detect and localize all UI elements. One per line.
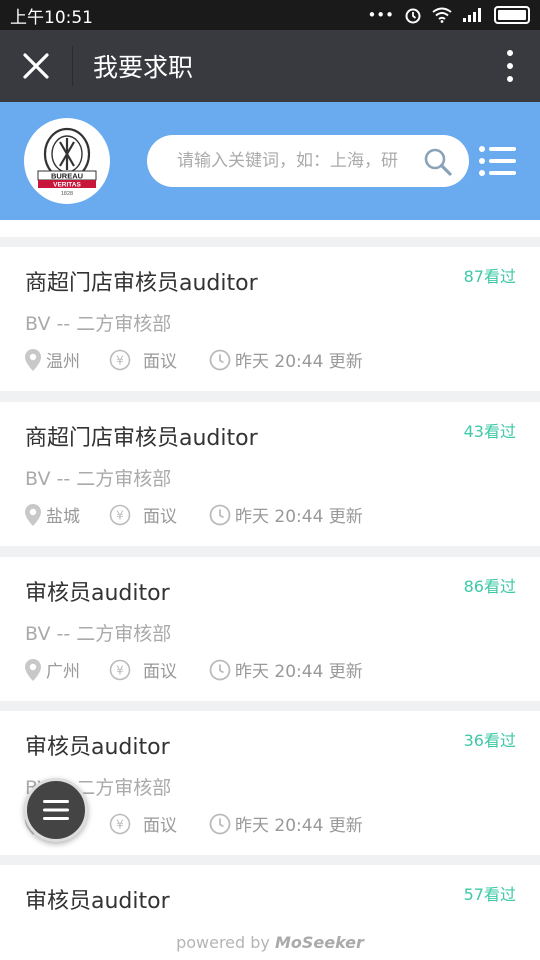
svg-text:1828: 1828 [61, 191, 73, 197]
yuan-icon: ¥ [109, 349, 131, 370]
job-card[interactable]: 审核员auditor 86看过 BV -- 二方审核部 广州 ¥ 面议 昨天 2… [0, 557, 540, 701]
powered-by-text: powered by [176, 933, 275, 952]
search-box[interactable] [147, 135, 469, 187]
svg-text:¥: ¥ [116, 663, 124, 677]
floating-menu-button[interactable] [24, 778, 88, 842]
title-divider [72, 46, 73, 86]
status-icons: ••• [367, 6, 530, 24]
title-bar: 我要求职 [0, 30, 540, 102]
job-department: BV -- 二方审核部 [25, 313, 172, 335]
svg-text:BUREAU: BUREAU [51, 172, 83, 181]
search-icon[interactable] [423, 147, 453, 177]
more-dots-icon: ••• [367, 6, 394, 24]
company-logo: BUREAU VERITAS 1828 [24, 118, 110, 204]
job-salary: 面议 [143, 662, 177, 682]
clock-icon [209, 504, 231, 525]
search-input[interactable] [175, 150, 419, 172]
job-meta: 温州 ¥ 面议 昨天 20:44 更新 [24, 347, 363, 372]
alarm-icon [405, 8, 421, 24]
battery-icon [494, 6, 530, 24]
job-location: 温州 [46, 352, 80, 372]
clock-icon [209, 659, 231, 680]
job-views: 87看过 [463, 267, 516, 286]
status-time: 上午10:51 [10, 7, 93, 28]
job-salary: 面议 [143, 352, 177, 372]
job-salary: 面议 [143, 816, 177, 836]
job-updated: 昨天 20:44 更新 [235, 352, 363, 372]
yuan-icon: ¥ [109, 659, 131, 680]
signal-icon [463, 8, 481, 22]
list-menu-icon[interactable] [478, 144, 518, 178]
job-title: 审核员auditor [25, 889, 170, 914]
job-views: 86看过 [463, 577, 516, 596]
job-meta: 盐城 ¥ 面议 昨天 20:44 更新 [24, 502, 363, 527]
job-title: 商超门店审核员auditor [25, 426, 258, 451]
job-views: 57看过 [463, 885, 516, 904]
svg-text:¥: ¥ [116, 817, 124, 831]
svg-text:¥: ¥ [116, 508, 124, 522]
job-meta: 广州 ¥ 面议 昨天 20:44 更新 [24, 657, 363, 682]
more-button[interactable] [480, 30, 540, 102]
location-pin-icon [25, 348, 41, 371]
job-views: 36看过 [463, 731, 516, 750]
clock-icon [209, 813, 231, 834]
job-department: BV -- 二方审核部 [25, 623, 172, 645]
bureau-veritas-logo: BUREAU VERITAS 1828 [37, 127, 97, 197]
yuan-icon: ¥ [109, 813, 131, 834]
job-location: 广州 [46, 662, 80, 682]
clock-icon [209, 349, 231, 370]
svg-text:VERITAS: VERITAS [53, 182, 81, 189]
job-card[interactable]: 商超门店审核员auditor 43看过 BV -- 二方审核部 盐城 ¥ 面议 … [0, 402, 540, 546]
location-pin-icon [25, 503, 41, 526]
job-updated: 昨天 20:44 更新 [235, 662, 363, 682]
job-title: 商超门店审核员auditor [25, 271, 258, 296]
location-pin-icon [25, 658, 41, 681]
powered-by-brand: MoSeeker [274, 933, 364, 952]
job-department: BV -- 二方审核部 [25, 468, 172, 490]
job-title: 审核员auditor [25, 581, 170, 606]
powered-by-footer: powered by MoSeeker [0, 930, 540, 960]
job-updated: 昨天 20:44 更新 [235, 816, 363, 836]
page-title: 我要求职 [93, 53, 194, 82]
hamburger-icon [43, 800, 69, 820]
close-button[interactable] [0, 30, 72, 102]
wifi-icon [432, 7, 452, 23]
job-card[interactable]: 商超门店审核员auditor 87看过 BV -- 二方审核部 温州 ¥ 面议 … [0, 247, 540, 391]
job-salary: 面议 [143, 507, 177, 527]
more-vertical-icon [507, 50, 513, 82]
job-updated: 昨天 20:44 更新 [235, 507, 363, 527]
list-top-spacer [0, 220, 540, 237]
job-views: 43看过 [463, 422, 516, 441]
svg-text:¥: ¥ [116, 353, 124, 367]
search-header: BUREAU VERITAS 1828 [0, 102, 540, 220]
yuan-icon: ¥ [109, 504, 131, 525]
close-icon [23, 53, 49, 79]
status-bar: 上午10:51 ••• [0, 0, 540, 30]
job-title: 审核员auditor [25, 735, 170, 760]
job-location: 盐城 [46, 507, 80, 527]
job-card[interactable]: 审核员auditor 36看过 BV -- 二方审核部 东莞 ¥ 面议 昨天 2… [0, 711, 540, 855]
